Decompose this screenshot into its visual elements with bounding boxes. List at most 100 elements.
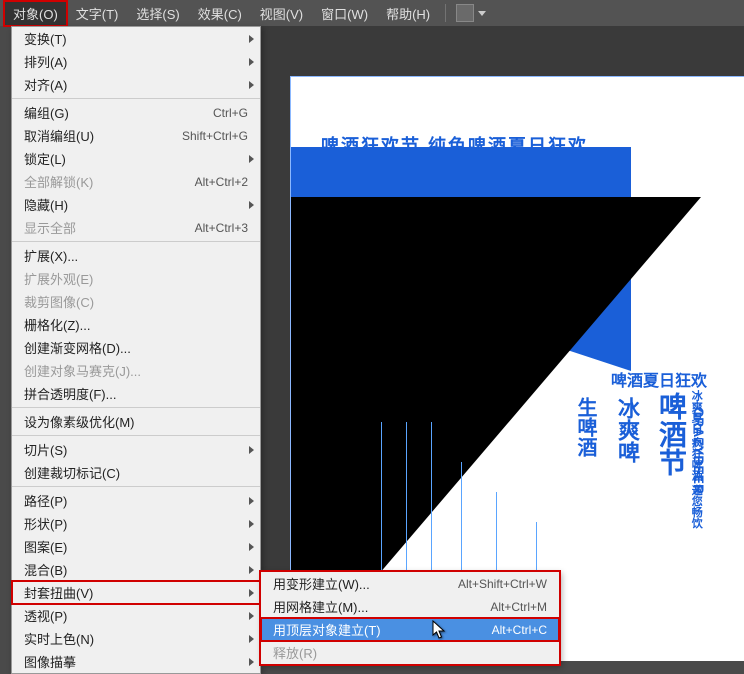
chevron-right-icon <box>249 155 254 163</box>
menu-item-label: 创建对象马赛克(J)... <box>24 361 248 380</box>
menu-separator <box>12 486 260 487</box>
menu-item[interactable]: 图像描摹 <box>12 650 260 673</box>
menu-item-label: 排列(A) <box>24 52 248 71</box>
menu-item-label: 裁剪图像(C) <box>24 292 248 311</box>
menu-select[interactable]: 选择(S) <box>127 1 188 26</box>
menu-shortcut: Alt+Ctrl+3 <box>195 221 248 235</box>
workspace-icon[interactable] <box>456 4 474 22</box>
context-menu-object: 变换(T)排列(A)对齐(A)编组(G)Ctrl+G取消编组(U)Shift+C… <box>11 26 261 674</box>
menu-separator <box>12 98 260 99</box>
menu-type[interactable]: 文字(T) <box>67 1 128 26</box>
menu-item-label: 锁定(L) <box>24 149 248 168</box>
menu-shortcut: Alt+Ctrl+2 <box>195 175 248 189</box>
menu-item-label: 对齐(A) <box>24 75 248 94</box>
menu-shortcut: Shift+Ctrl+G <box>182 129 248 143</box>
menu-item-label: 图案(E) <box>24 537 248 556</box>
menu-item[interactable]: 隐藏(H) <box>12 193 260 216</box>
menu-help[interactable]: 帮助(H) <box>377 1 439 26</box>
menu-item[interactable]: 透视(P) <box>12 604 260 627</box>
menu-item[interactable]: 路径(P) <box>12 489 260 512</box>
menu-item[interactable]: 创建渐变网格(D)... <box>12 336 260 359</box>
menu-item[interactable]: 封套扭曲(V) <box>12 581 260 604</box>
chevron-right-icon <box>249 58 254 66</box>
menu-item[interactable]: 取消编组(U)Shift+Ctrl+G <box>12 124 260 147</box>
menu-item-label: 扩展外观(E) <box>24 269 248 288</box>
chevron-right-icon <box>249 497 254 505</box>
menu-item-label: 扩展(X)... <box>24 246 248 265</box>
submenu-label: 用变形建立(W)... <box>273 574 458 593</box>
submenu-shortcut: Alt+Ctrl+C <box>492 623 547 637</box>
menu-item[interactable]: 图案(E) <box>12 535 260 558</box>
menu-item-label: 拼合透明度(F)... <box>24 384 248 403</box>
chevron-right-icon <box>249 446 254 454</box>
menu-window[interactable]: 窗口(W) <box>312 1 377 26</box>
menu-item[interactable]: 对齐(A) <box>12 73 260 96</box>
chevron-right-icon <box>249 35 254 43</box>
menu-item-label: 切片(S) <box>24 440 248 459</box>
menu-item-label: 全部解锁(K) <box>24 172 195 191</box>
menu-item[interactable]: 实时上色(N) <box>12 627 260 650</box>
menu-item-label: 实时上色(N) <box>24 629 248 648</box>
menu-item: 扩展外观(E) <box>12 267 260 290</box>
menu-item: 裁剪图像(C) <box>12 290 260 313</box>
chevron-right-icon <box>249 635 254 643</box>
menu-item[interactable]: 混合(B) <box>12 558 260 581</box>
menu-item-label: 显示全部 <box>24 218 195 237</box>
art-v2: 冰爽啤 <box>611 397 643 463</box>
menu-item[interactable]: 排列(A) <box>12 50 260 73</box>
menu-item-label: 变换(T) <box>24 29 248 48</box>
menu-item-label: 创建渐变网格(D)... <box>24 338 248 357</box>
art-v3: 啤酒节 <box>651 392 691 476</box>
chevron-down-icon[interactable] <box>478 11 486 16</box>
submenu-item[interactable]: 用顶层对象建立(T)Alt+Ctrl+C <box>261 618 559 641</box>
menu-item[interactable]: 设为像素级优化(M) <box>12 410 260 433</box>
chevron-right-icon <box>249 658 254 666</box>
menu-object[interactable]: 对象(O) <box>4 1 67 26</box>
art-side-title: 啤酒夏日狂欢 <box>611 367 707 391</box>
menu-shortcut: Ctrl+G <box>213 106 248 120</box>
chevron-right-icon <box>249 589 254 597</box>
menu-view[interactable]: 视图(V) <box>251 1 312 26</box>
submenu-label: 释放(R) <box>273 643 547 662</box>
menu-item[interactable]: 锁定(L) <box>12 147 260 170</box>
art-v1: 生啤酒 <box>571 397 600 457</box>
submenu-envelope: 用变形建立(W)...Alt+Shift+Ctrl+W用网格建立(M)...Al… <box>260 571 560 665</box>
chevron-right-icon <box>249 612 254 620</box>
menu-item-label: 设为像素级优化(M) <box>24 412 248 431</box>
menubar: 对象(O) 文字(T) 选择(S) 效果(C) 视图(V) 窗口(W) 帮助(H… <box>0 0 744 26</box>
menu-item[interactable]: 切片(S) <box>12 438 260 461</box>
menu-effect[interactable]: 效果(C) <box>189 1 251 26</box>
menu-item-label: 创建裁切标记(C) <box>24 463 248 482</box>
menu-separator <box>12 407 260 408</box>
menu-item[interactable]: 创建裁切标记(C) <box>12 461 260 484</box>
menu-item[interactable]: 扩展(X)... <box>12 244 260 267</box>
menu-item-label: 形状(P) <box>24 514 248 533</box>
menu-item[interactable]: 编组(G)Ctrl+G <box>12 101 260 124</box>
submenu-shortcut: Alt+Shift+Ctrl+W <box>458 577 547 591</box>
chevron-right-icon <box>249 543 254 551</box>
menu-divider <box>445 4 446 22</box>
submenu-label: 用顶层对象建立(T) <box>273 620 492 639</box>
menu-item[interactable]: 形状(P) <box>12 512 260 535</box>
chevron-right-icon <box>249 520 254 528</box>
chevron-right-icon <box>249 566 254 574</box>
submenu-item[interactable]: 用变形建立(W)...Alt+Shift+Ctrl+W <box>261 572 559 595</box>
canvas[interactable]: 啤酒狂欢节 纯色啤酒夏日狂欢 BEER ARTMAN SDESIGN COLDB… <box>260 26 744 661</box>
menu-item[interactable]: 栅格化(Z)... <box>12 313 260 336</box>
menu-item-label: 混合(B) <box>24 560 248 579</box>
menu-item-label: 栅格化(Z)... <box>24 315 248 334</box>
menu-item-label: 隐藏(H) <box>24 195 248 214</box>
menu-item[interactable]: 变换(T) <box>12 27 260 50</box>
menu-item[interactable]: 拼合透明度(F)... <box>12 382 260 405</box>
menu-item: 创建对象马赛克(J)... <box>12 359 260 382</box>
menu-item-label: 透视(P) <box>24 606 248 625</box>
submenu-shortcut: Alt+Ctrl+M <box>490 600 547 614</box>
menu-item-label: 编组(G) <box>24 103 213 122</box>
submenu-item[interactable]: 用网格建立(M)...Alt+Ctrl+M <box>261 595 559 618</box>
submenu-label: 用网格建立(M)... <box>273 597 490 616</box>
menu-item-label: 取消编组(U) <box>24 126 182 145</box>
chevron-right-icon <box>249 201 254 209</box>
menu-item: 显示全部Alt+Ctrl+3 <box>12 216 260 239</box>
cursor-icon <box>432 620 446 640</box>
chevron-right-icon <box>249 81 254 89</box>
